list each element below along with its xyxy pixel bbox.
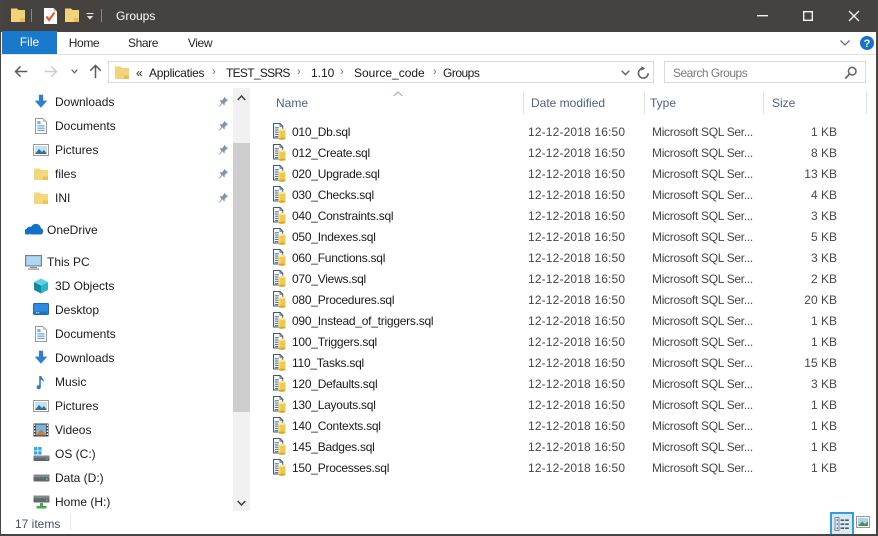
svg-text:?: ? xyxy=(864,38,871,50)
